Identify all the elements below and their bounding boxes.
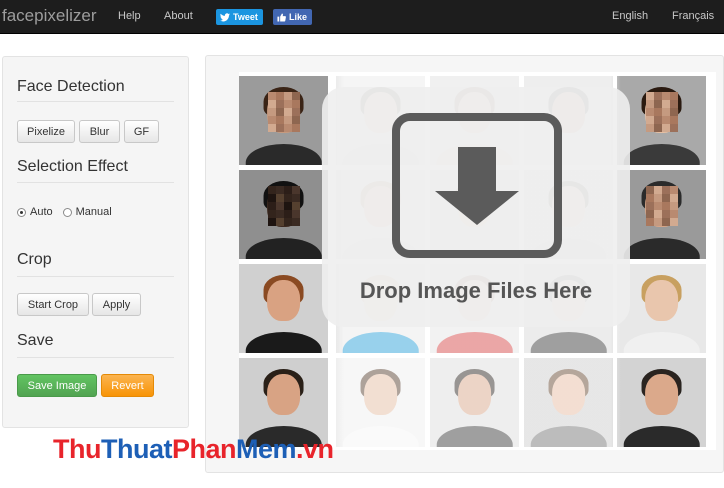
thumbs-up-icon bbox=[277, 12, 286, 22]
manual-radio-label[interactable]: Manual bbox=[76, 206, 112, 218]
selection-effect-title: Selection Effect bbox=[17, 158, 128, 175]
start-crop-button[interactable]: Start Crop bbox=[17, 293, 89, 316]
blur-button[interactable]: Blur bbox=[79, 120, 120, 143]
download-arrow-icon bbox=[392, 113, 562, 258]
gf-button[interactable]: GF bbox=[124, 120, 159, 143]
manual-radio[interactable] bbox=[62, 207, 72, 217]
divider bbox=[17, 357, 174, 358]
apply-crop-button[interactable]: Apply bbox=[92, 293, 141, 316]
lang-english-link[interactable]: English bbox=[612, 10, 648, 22]
drop-zone-label: Drop Image Files Here bbox=[359, 278, 593, 303]
crop-title: Crop bbox=[17, 251, 52, 268]
watermark-part: Mem bbox=[236, 434, 297, 464]
auto-radio-label[interactable]: Auto bbox=[30, 206, 53, 218]
watermark-part: Thuat bbox=[100, 434, 173, 464]
pixelize-button[interactable]: Pixelize bbox=[17, 120, 75, 143]
watermark-part: Thu bbox=[53, 434, 101, 464]
lang-french-link[interactable]: Français bbox=[672, 10, 714, 22]
watermark-part: .vn bbox=[296, 434, 334, 464]
face-detection-title: Face Detection bbox=[17, 78, 125, 95]
divider bbox=[17, 276, 174, 277]
site-watermark-logo: ThuThuatPhanMem.vn bbox=[53, 434, 334, 465]
auto-radio[interactable] bbox=[17, 207, 26, 217]
tweet-button[interactable]: Tweet bbox=[216, 9, 263, 25]
selection-mode-group: Auto Manual bbox=[17, 206, 112, 218]
brand-logo[interactable]: facepixelizer bbox=[2, 6, 97, 26]
nav-help-link[interactable]: Help bbox=[118, 10, 141, 22]
control-panel bbox=[2, 56, 189, 428]
divider bbox=[17, 101, 174, 102]
save-title: Save bbox=[17, 332, 54, 349]
like-label: Like bbox=[289, 12, 308, 22]
divider bbox=[17, 182, 174, 183]
revert-button[interactable]: Revert bbox=[101, 374, 154, 397]
tweet-label: Tweet bbox=[233, 12, 258, 22]
top-navbar: facepixelizer Help About Tweet Like Engl… bbox=[0, 0, 724, 34]
nav-about-link[interactable]: About bbox=[164, 10, 193, 22]
like-button[interactable]: Like bbox=[273, 9, 313, 25]
twitter-bird-icon bbox=[220, 12, 230, 21]
watermark-part: Phan bbox=[171, 434, 237, 464]
save-image-button[interactable]: Save Image bbox=[17, 374, 97, 397]
